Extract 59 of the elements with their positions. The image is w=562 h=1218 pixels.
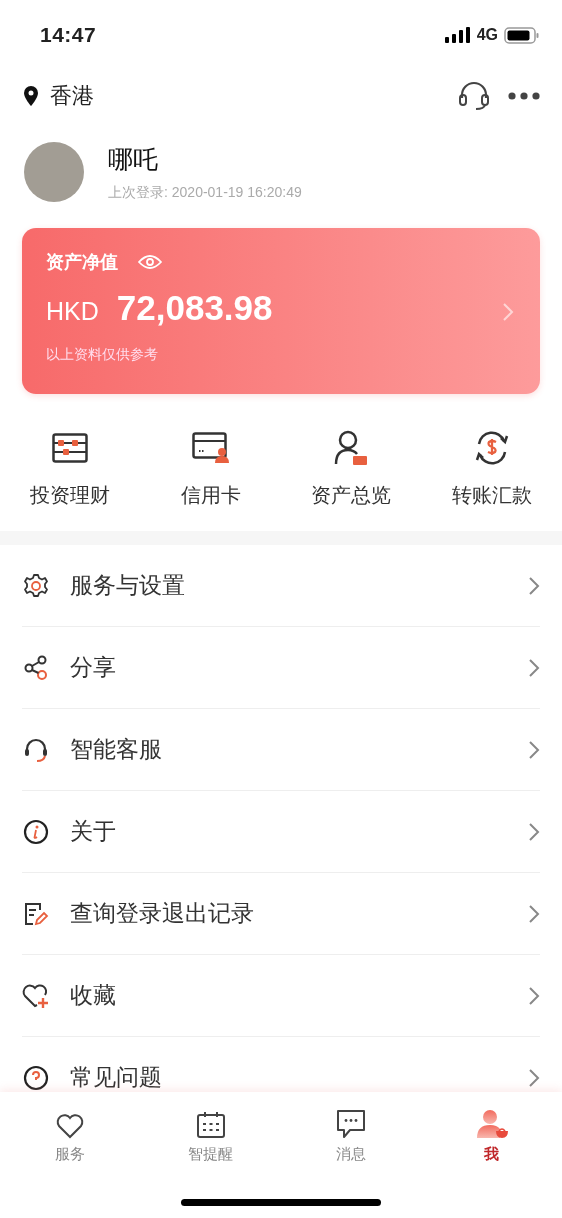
share-icon [23,654,49,681]
chevron-right-icon [528,739,540,760]
chevron-right-icon [502,302,514,322]
menu-item[interactable]: 收藏 [22,955,540,1037]
signal-icon [444,27,471,43]
shortcut-label[interactable]: 转账汇款 [451,482,532,509]
menu-label: 查询登录退出记录 [70,899,255,928]
headset-icon [23,736,49,763]
card-title: 资产净值 [46,251,118,274]
menu-label: 常见问题 [70,1063,163,1092]
balance-amount: 72,083.98 [116,288,273,328]
info-icon [23,818,49,845]
menu-item[interactable]: 查询登录退出记录 [22,873,540,955]
menu-label: 智能客服 [70,735,163,764]
settings-icon [23,572,49,599]
currency-label: HKD [46,297,99,326]
menu-item[interactable]: 分享 [22,627,540,709]
menu-item[interactable]: 智能客服 [22,709,540,791]
disclaimer-text: 以上资料仅供参考 [46,346,159,364]
shortcut-label[interactable]: 资产总览 [311,482,392,509]
battery-icon [504,26,540,44]
location-pin-icon[interactable] [24,86,38,106]
chevron-right-icon [528,985,540,1006]
shortcut-label[interactable]: 投资理财 [30,482,111,509]
abacus-icon [52,433,89,463]
chevron-right-icon [528,657,540,678]
tab[interactable]: 消息 [281,1106,422,1164]
location-label[interactable]: 香港 [50,77,94,115]
user-name: 哪吒 [108,143,159,175]
chevron-right-icon [528,575,540,596]
menu-label: 收藏 [70,981,117,1010]
tab[interactable]: 智提醒 [140,1106,281,1164]
calendar-icon [195,1111,226,1139]
menu-label: 服务与设置 [70,571,186,600]
chevron-right-icon [528,1067,540,1088]
menu-item[interactable]: 关于 [22,791,540,873]
user-icon [474,1109,509,1139]
credit-card-icon [191,432,230,464]
chevron-right-icon [528,821,540,842]
tab[interactable]: 我 [421,1106,562,1164]
last-login-text: 上次登录: 2020-01-19 16:20:49 [108,183,302,202]
shortcut-label[interactable]: 信用卡 [180,482,241,509]
network-label: 4G [476,26,498,44]
eye-icon[interactable] [138,254,162,270]
heart-plus-icon [22,982,50,1009]
chat-icon [336,1109,367,1139]
headset-icon[interactable] [458,81,490,111]
menu-item[interactable]: 服务与设置 [22,545,540,627]
document-pencil-icon [23,900,49,927]
tab[interactable]: 服务 [0,1106,141,1164]
question-icon [23,1064,49,1091]
more-icon[interactable] [508,92,540,100]
menu-label: 关于 [70,817,117,846]
status-time: 14:47 [40,23,97,47]
avatar[interactable] [24,142,84,202]
heart-icon [55,1113,86,1139]
menu-label: 分享 [70,653,117,682]
person-icon [333,430,370,466]
chevron-right-icon [528,903,540,924]
